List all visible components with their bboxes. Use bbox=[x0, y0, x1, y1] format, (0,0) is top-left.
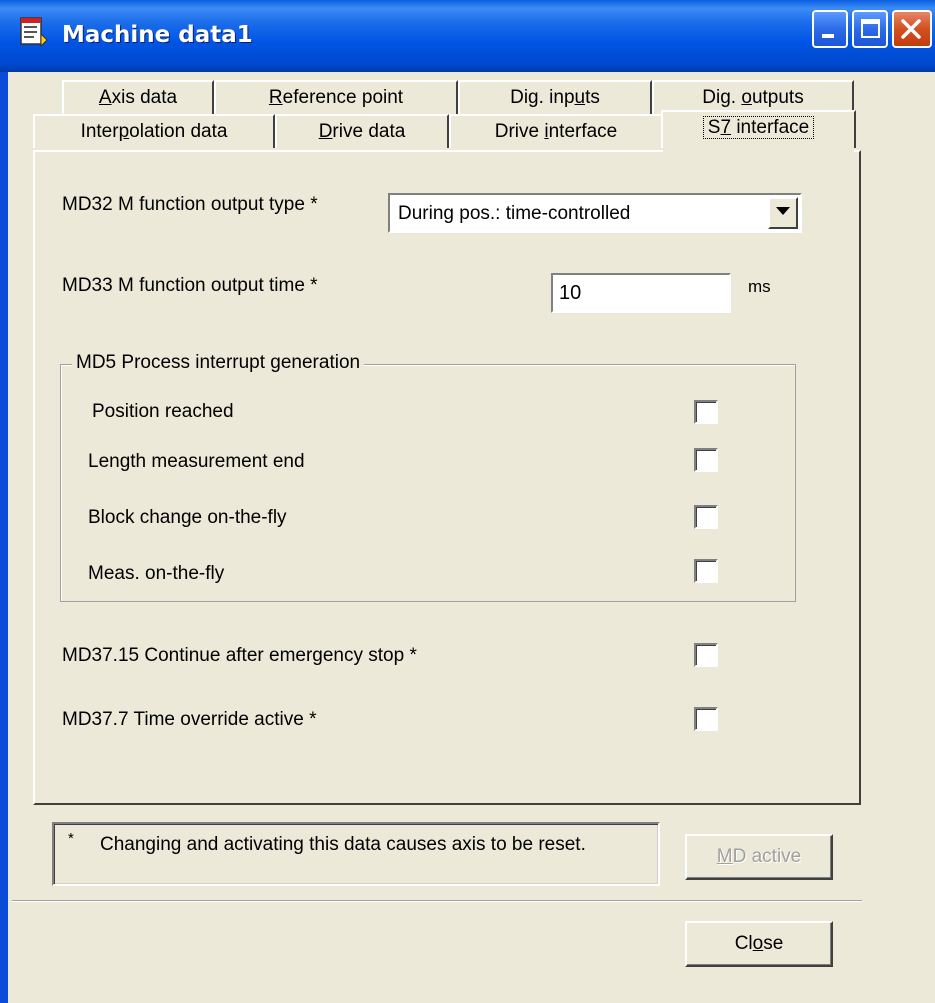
md37-7-label: MD37.7 Time override active * bbox=[62, 709, 317, 730]
tab-label: S7 interface bbox=[702, 116, 815, 139]
md33-output-time-input[interactable] bbox=[557, 279, 725, 307]
md32-output-type-dropdown[interactable]: During pos.: time-controlled bbox=[388, 193, 802, 233]
meas-on-the-fly-checkbox[interactable] bbox=[694, 559, 718, 583]
tab-s7-interface[interactable]: S7 interface bbox=[661, 110, 856, 148]
document-icon[interactable] bbox=[18, 16, 48, 50]
tab-dig-outputs[interactable]: Dig. outputs bbox=[652, 80, 854, 114]
tab-label: Reference point bbox=[268, 87, 404, 108]
block-change-label: Block change on-the-fly bbox=[88, 507, 287, 528]
md37-15-checkbox[interactable] bbox=[694, 643, 718, 667]
tab-drive-interface[interactable]: Drive interface bbox=[449, 114, 663, 148]
dropdown-button[interactable] bbox=[768, 197, 798, 229]
meas-on-the-fly-label: Meas. on-the-fly bbox=[88, 563, 225, 584]
note-asterisk: * bbox=[68, 830, 74, 847]
chevron-down-icon bbox=[776, 207, 790, 215]
md32-label: MD32 M function output type * bbox=[62, 194, 318, 215]
window-frame-left bbox=[0, 72, 8, 1003]
close-window-button[interactable] bbox=[892, 10, 932, 48]
tab-reference-point[interactable]: Reference point bbox=[214, 80, 458, 114]
md37-7-checkbox[interactable] bbox=[694, 707, 718, 731]
close-icon bbox=[901, 19, 921, 39]
md37-15-label: MD37.15 Continue after emergency stop * bbox=[62, 645, 417, 666]
length-measurement-end-label: Length measurement end bbox=[88, 451, 305, 472]
tab-axis-data[interactable]: Axis data bbox=[62, 80, 214, 114]
position-reached-checkbox[interactable] bbox=[694, 400, 718, 424]
tab-interpolation-data[interactable]: Interpolation data bbox=[33, 114, 275, 148]
group-title: MD5 Process interrupt generation bbox=[72, 352, 365, 374]
selected-tab-joint bbox=[663, 148, 854, 152]
block-change-checkbox[interactable] bbox=[694, 505, 718, 529]
md33-output-time-field[interactable] bbox=[551, 273, 731, 313]
md-active-label: MD active bbox=[716, 846, 802, 867]
close-label: Close bbox=[734, 933, 784, 954]
window-title: Machine data1 bbox=[62, 22, 253, 48]
tab-label: Interpolation data bbox=[80, 121, 228, 142]
md33-unit: ms bbox=[748, 277, 771, 296]
length-measurement-end-checkbox[interactable] bbox=[694, 448, 718, 472]
maximize-icon bbox=[861, 19, 880, 38]
md-active-button[interactable]: MD active bbox=[685, 834, 833, 880]
divider bbox=[12, 900, 862, 902]
reset-note: * Changing and activating this data caus… bbox=[52, 822, 660, 886]
position-reached-label: Position reached bbox=[92, 401, 234, 422]
close-button[interactable]: Close bbox=[685, 921, 833, 967]
md33-label: MD33 M function output time * bbox=[62, 275, 318, 296]
maximize-button[interactable] bbox=[852, 10, 888, 48]
minimize-icon bbox=[822, 34, 834, 38]
tab-label: Dig. inputs bbox=[510, 87, 600, 108]
tab-dig-inputs[interactable]: Dig. inputs bbox=[458, 80, 652, 114]
tab-label: Drive interface bbox=[494, 121, 618, 142]
tab-label: Dig. outputs bbox=[702, 87, 804, 108]
note-text: Changing and activating this data causes… bbox=[100, 834, 586, 855]
tab-label: Axis data bbox=[98, 87, 178, 108]
md32-selected-value: During pos.: time-controlled bbox=[398, 203, 631, 224]
minimize-button[interactable] bbox=[812, 10, 848, 48]
tab-label: Drive data bbox=[318, 121, 406, 142]
tab-drive-data[interactable]: Drive data bbox=[275, 114, 449, 148]
